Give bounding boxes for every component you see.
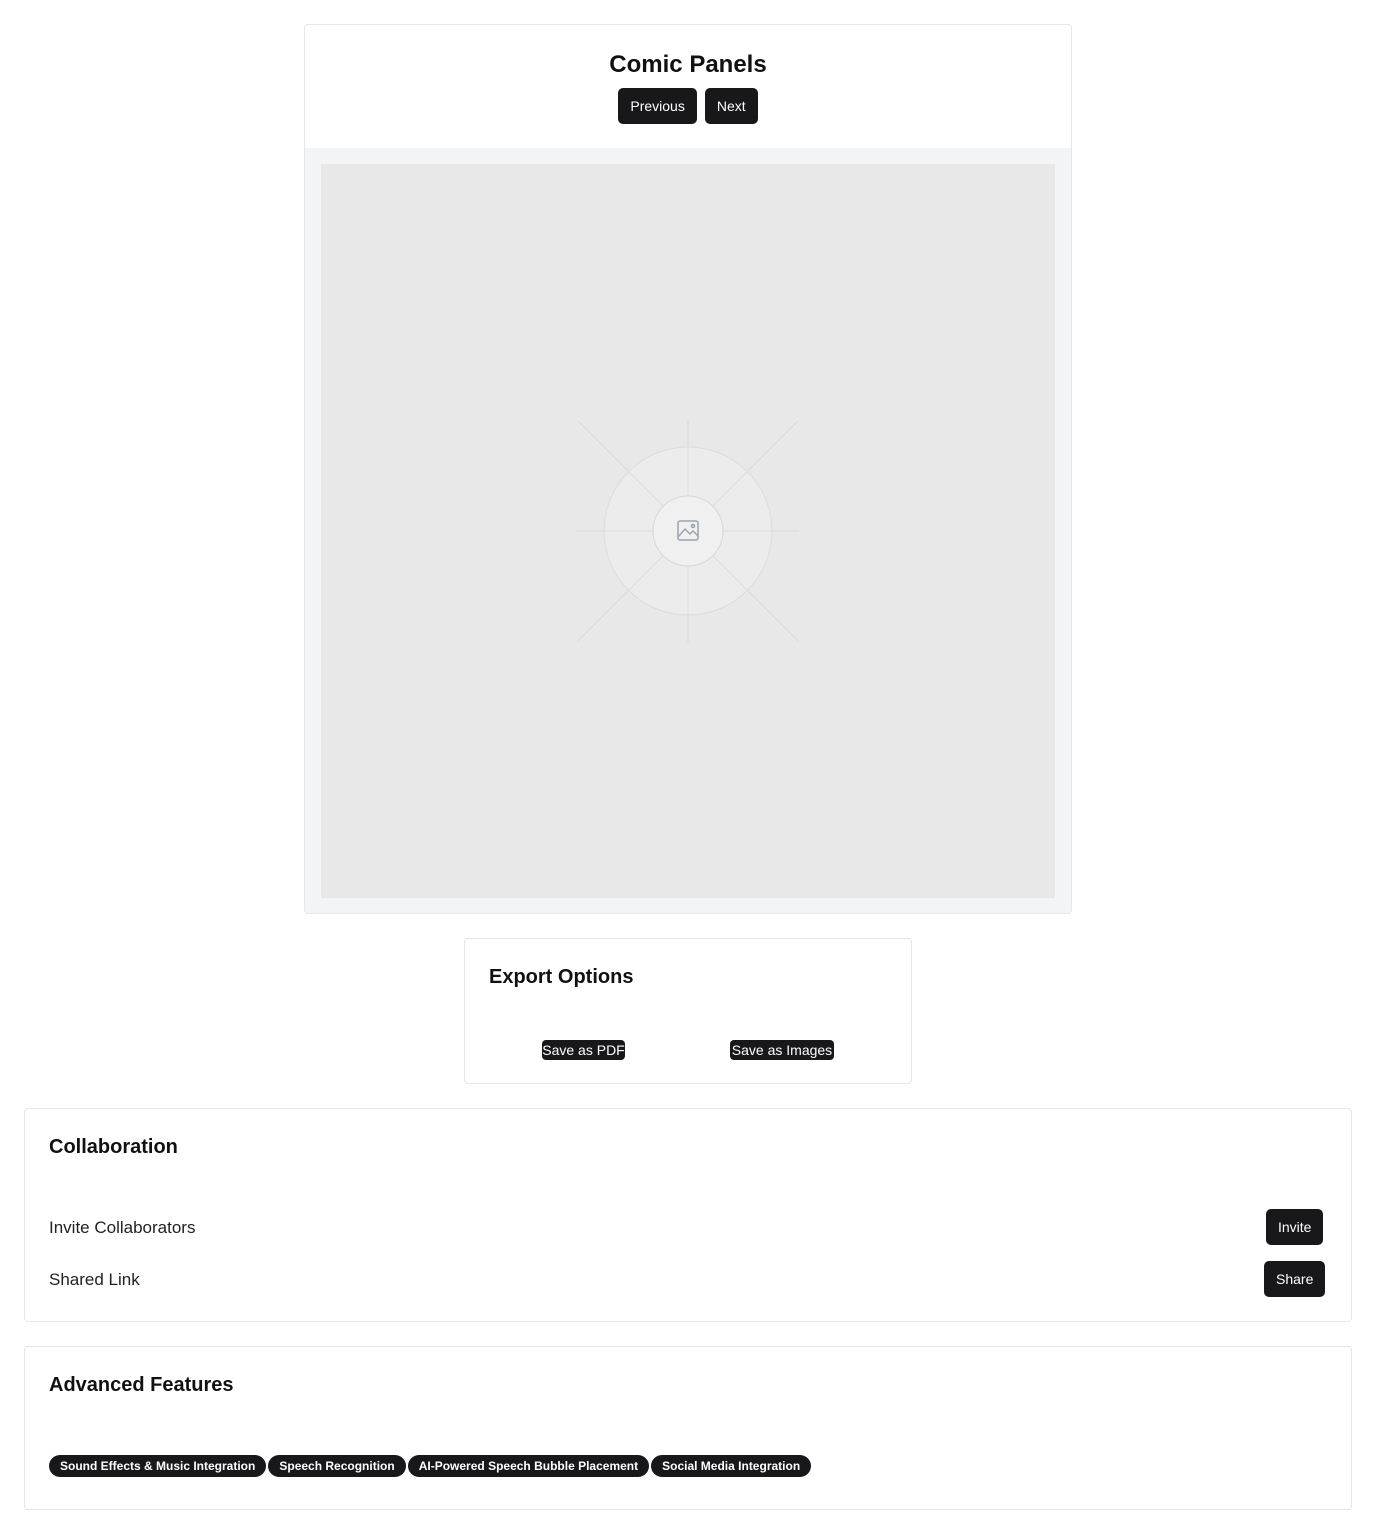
collaboration-card: Collaboration Invite Collaborators Invit… (24, 1108, 1352, 1322)
advanced-features-title: Advanced Features (49, 1374, 234, 1396)
comic-panel[interactable] (321, 164, 1055, 898)
collaboration-title: Collaboration (49, 1136, 178, 1158)
next-button[interactable]: Next (704, 88, 758, 124)
invite-collaborators-label: Invite Collaborators (49, 1218, 196, 1237)
comic-title: Comic Panels (609, 51, 767, 78)
comic-panels-card: Comic Panels Previous Next (304, 24, 1072, 914)
previous-button[interactable]: Previous (618, 88, 697, 124)
feature-badge: Sound Effects & Music Integration (49, 1455, 267, 1477)
feature-badges: Sound Effects & Music Integration Speech… (49, 1455, 812, 1477)
save-as-pdf-button[interactable]: Save as PDF (542, 1040, 625, 1060)
save-as-images-button[interactable]: Save as Images (730, 1040, 834, 1060)
comic-header: Comic Panels Previous Next (305, 25, 1071, 148)
feature-badge: Social Media Integration (651, 1455, 812, 1477)
export-options-title: Export Options (489, 966, 634, 988)
feature-badge: AI-Powered Speech Bubble Placement (407, 1455, 650, 1477)
export-options-card: Export Options (464, 938, 912, 1084)
comic-panel-area (305, 148, 1071, 913)
invite-button[interactable]: Invite (1266, 1209, 1324, 1245)
advanced-features-card: Advanced Features Sound Effects & Music … (24, 1346, 1352, 1510)
image-placeholder-icon (576, 419, 799, 642)
shared-link-label: Shared Link (49, 1270, 140, 1289)
feature-badge: Speech Recognition (268, 1455, 406, 1477)
panel-navigation: Previous Next (305, 88, 1071, 124)
share-button[interactable]: Share (1264, 1261, 1326, 1297)
